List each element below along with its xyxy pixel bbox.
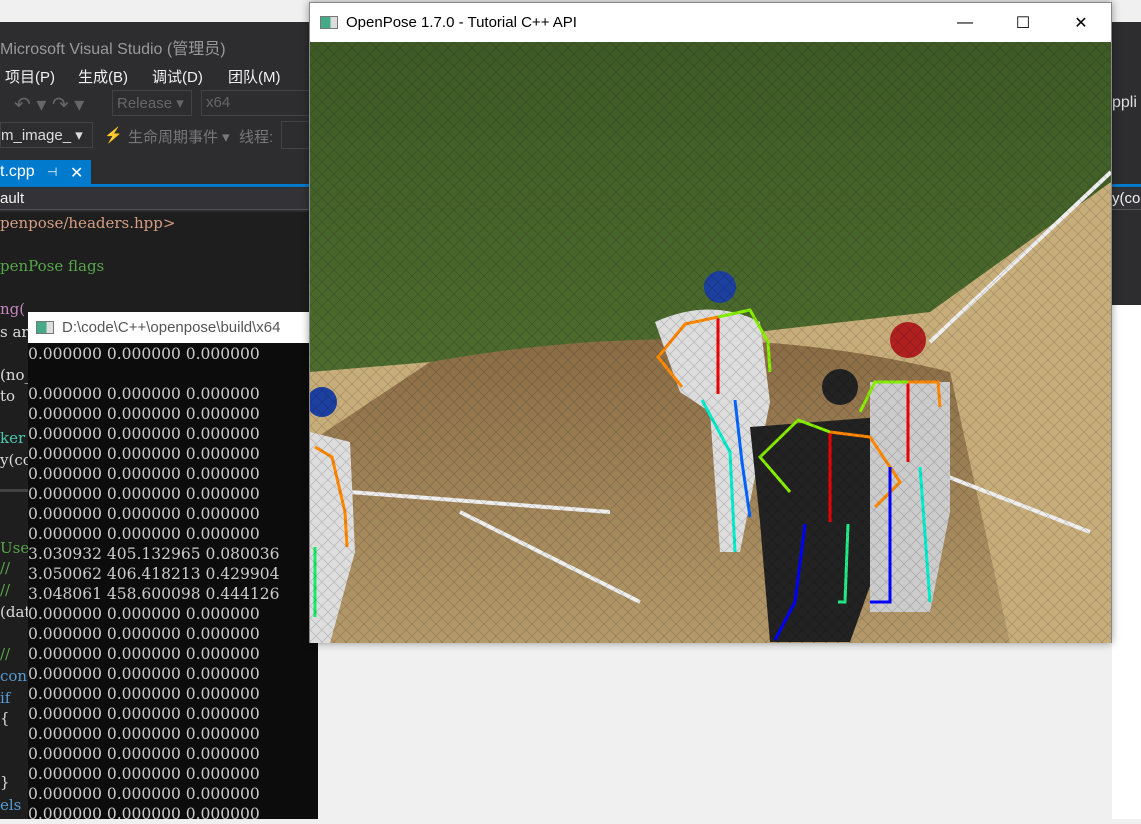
console-line: 0.000000 0.000000 0.000000	[28, 445, 260, 463]
maximize-button[interactable]: ☐	[994, 3, 1052, 42]
code-line: {	[0, 709, 10, 727]
code-line: els	[0, 796, 22, 814]
console-title: D:\code\C++\openpose\build\x64	[62, 319, 281, 336]
code-line: //	[0, 581, 11, 599]
menu-team[interactable]: 团队(M)	[228, 66, 281, 87]
console-line: 0.000000 0.000000 0.000000	[28, 625, 260, 643]
console-line: 0.000000 0.000000 0.000000	[28, 525, 260, 543]
nav-scope[interactable]: ault	[0, 190, 24, 207]
code-line: y(co	[0, 451, 32, 469]
menu-project[interactable]: 项目(P)	[5, 66, 55, 87]
lifecycle-label: 生命周期事件	[128, 129, 219, 146]
console-window[interactable]: D:\code\C++\openpose\build\x64 0.000000 …	[28, 312, 318, 823]
openpose-title: OpenPose 1.7.0 - Tutorial C++ API	[346, 14, 577, 31]
code-line: }	[0, 773, 10, 791]
console-app-icon	[36, 321, 54, 334]
code-line: penPose flags	[0, 257, 105, 275]
console-line: 0.000000 0.000000 0.000000	[28, 645, 260, 663]
console-line: 0.000000 0.000000 0.000000	[28, 705, 260, 723]
vs-title: Microsoft Visual Studio (管理员)	[0, 41, 226, 58]
console-line: 0.000000 0.000000 0.000000	[28, 485, 260, 503]
console-line: 0.000000 0.000000 0.000000	[28, 805, 260, 823]
backstop-netting	[310, 42, 1111, 643]
console-line: 0.000000 0.000000 0.000000	[28, 385, 260, 403]
code-line: //	[0, 645, 11, 663]
close-tab-icon[interactable]: ✕	[70, 163, 83, 183]
console-line: 0.000000 0.000000 0.000000	[28, 745, 260, 763]
tab-label: t.cpp	[0, 163, 35, 180]
code-line: s ar	[0, 323, 29, 341]
lifecycle-icon: ⚡	[104, 127, 123, 144]
console-line: 0.000000 0.000000 0.000000	[28, 685, 260, 703]
openpose-title-bar[interactable]: OpenPose 1.7.0 - Tutorial C++ API — ☐ ✕	[310, 3, 1111, 42]
thread-label: 线程:	[239, 129, 274, 146]
config-dropdown[interactable]: Release ▾	[112, 90, 192, 116]
editor-divider	[0, 489, 30, 492]
console-line: 0.000000 0.000000 0.000000	[28, 345, 260, 363]
close-button[interactable]: ✕	[1052, 3, 1110, 42]
project-dropdown[interactable]: m_image_ ▾	[0, 122, 93, 148]
console-line: 0.000000 0.000000 0.000000	[28, 605, 260, 623]
console-line: 0.000000 0.000000 0.000000	[28, 785, 260, 803]
platform-dropdown[interactable]: x64	[201, 90, 311, 116]
console-line: 3.048061 458.600098 0.444126	[28, 585, 280, 603]
menu-debug[interactable]: 调试(D)	[152, 66, 203, 87]
code-line: penpose/headers.hpp>	[0, 214, 176, 232]
console-title-bar[interactable]: D:\code\C++\openpose\build\x64	[28, 312, 318, 343]
desktop-background	[1112, 305, 1141, 819]
code-line: ker	[0, 429, 26, 447]
undo-icon[interactable]: ↶ ▾ ↷ ▾	[14, 92, 84, 117]
console-line: 0.000000 0.000000 0.000000	[28, 465, 260, 483]
lifecycle-dropdown[interactable]: 生命周期事件 ▾	[128, 126, 230, 147]
platform-value: x64	[206, 94, 231, 111]
tab-active[interactable]: t.cpp ⊣ ✕	[0, 160, 91, 184]
minimize-button[interactable]: —	[936, 3, 994, 42]
nav-member[interactable]: y(co	[1112, 190, 1140, 207]
console-line: 0.000000 0.000000 0.000000	[28, 405, 260, 423]
code-line: con	[0, 667, 28, 685]
menu-build[interactable]: 生成(B)	[78, 66, 128, 87]
code-line: to	[0, 387, 16, 405]
pin-icon[interactable]: ⊣	[47, 165, 57, 179]
config-value: Release	[117, 95, 173, 112]
code-line: //	[0, 559, 11, 577]
console-line: 0.000000 0.000000 0.000000	[28, 505, 260, 523]
pose-output-image	[307, 42, 1113, 643]
code-line: ng(	[0, 300, 26, 318]
console-output: 0.000000 0.000000 0.000000 0.000000 0.000…	[28, 343, 318, 824]
console-line: 0.000000 0.000000 0.000000	[28, 765, 260, 783]
openpose-app-icon	[320, 16, 338, 29]
console-line: 0.000000 0.000000 0.000000	[28, 665, 260, 683]
console-line: 0.000000 0.000000 0.000000	[28, 725, 260, 743]
thread-dropdown[interactable]	[281, 121, 311, 149]
openpose-window[interactable]: OpenPose 1.7.0 - Tutorial C++ API — ☐ ✕	[307, 2, 1113, 643]
console-line: 0.000000 0.000000 0.000000	[28, 425, 260, 443]
right-toolbar-text: ppli	[1112, 94, 1137, 111]
code-line: (dat	[0, 603, 31, 621]
console-line: 3.030932 405.132965 0.080036	[28, 545, 280, 563]
code-line: if	[0, 689, 11, 707]
console-line: 3.050062 406.418213 0.429904	[28, 565, 280, 583]
project-value: m_image_	[1, 127, 72, 144]
